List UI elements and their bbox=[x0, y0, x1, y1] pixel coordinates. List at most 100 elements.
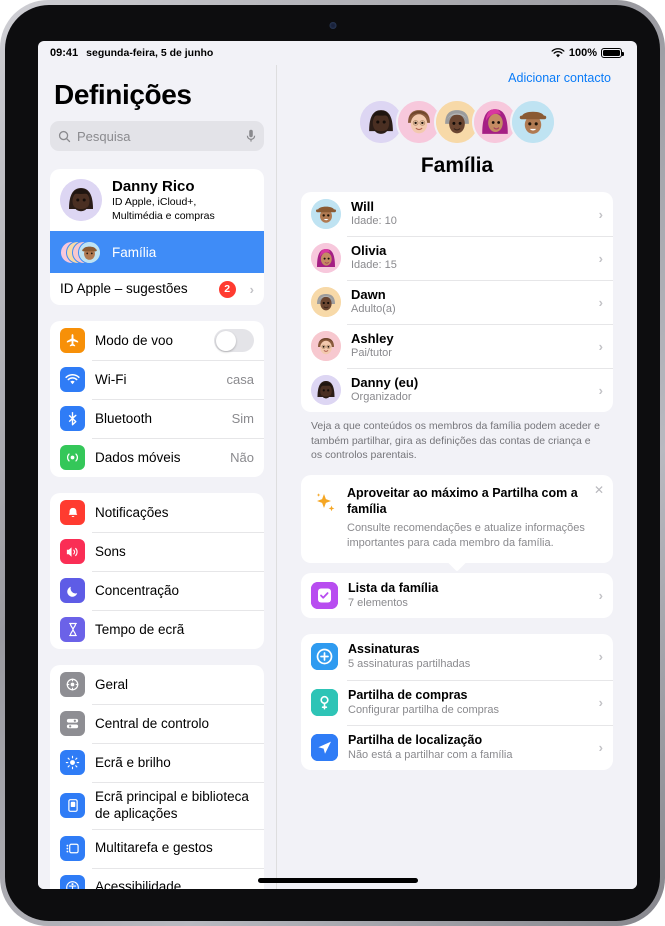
notifications-group: Notificações Sons Concentração Tempo de … bbox=[50, 493, 264, 650]
settings-sidebar[interactable]: Definições Pesquisa Danny Rico ID Apple,… bbox=[38, 65, 276, 889]
account-subtitle-line1: ID Apple, iCloud+, bbox=[112, 196, 197, 209]
app-store-icon bbox=[311, 688, 338, 716]
status-badge: 2 bbox=[218, 280, 236, 298]
battery-percent: 100% bbox=[568, 47, 597, 59]
member-role: Idade: 15 bbox=[351, 258, 397, 271]
family-hero: Família bbox=[301, 99, 613, 178]
status-bar-left: 09:41 segunda-feira, 5 de junho bbox=[50, 47, 213, 59]
family-list-row[interactable]: Lista da família 7 elementos › bbox=[301, 573, 613, 618]
family-services-group: Assinaturas 5 assinaturas partilhadas › … bbox=[301, 634, 613, 771]
microphone-icon[interactable] bbox=[246, 129, 256, 143]
chevron-right-icon: › bbox=[598, 694, 603, 710]
hero-avatar-row bbox=[301, 99, 613, 145]
apple-one-icon bbox=[311, 643, 338, 671]
close-icon[interactable]: ✕ bbox=[594, 483, 604, 497]
speaker-icon bbox=[60, 539, 85, 565]
sidebar-item-label: Notificações bbox=[95, 504, 169, 520]
home-indicator[interactable] bbox=[257, 878, 418, 883]
sidebar-item-notificacoes[interactable]: Notificações bbox=[50, 493, 264, 532]
sidebar-item-apple-id-suggestions[interactable]: ID Apple – sugestões 2 › bbox=[50, 273, 264, 305]
sidebar-item-acessibilidade[interactable]: Acessibilidade bbox=[50, 867, 264, 889]
avatar bbox=[311, 243, 341, 273]
family-list-group: Lista da família 7 elementos › bbox=[301, 573, 613, 619]
location-sharing-text: Partilha de localização Não está a parti… bbox=[348, 733, 585, 762]
sidebar-item-sons[interactable]: Sons bbox=[50, 532, 264, 571]
status-time: 09:41 bbox=[50, 47, 79, 59]
member-name: Danny (eu) bbox=[351, 375, 419, 391]
sidebar-item-ecra-principal[interactable]: Ecrã principal e biblioteca de aplicaçõe… bbox=[50, 782, 264, 828]
moon-icon bbox=[60, 578, 85, 604]
family-detail-pane: Adicionar contacto Família Will Idade: 1… bbox=[276, 65, 637, 889]
hourglass-icon bbox=[60, 617, 85, 643]
airplane-icon bbox=[60, 328, 85, 354]
sidebar-item-familia[interactable]: Família bbox=[50, 231, 264, 274]
list-item[interactable]: Ashley Pai/tutor › bbox=[301, 324, 613, 368]
sidebar-item-label: Multitarefa e gestos bbox=[95, 840, 213, 856]
family-list-subtitle: 7 elementos bbox=[348, 597, 408, 609]
family-title: Família bbox=[420, 154, 494, 177]
account-subtitle-line2: Multimédia e compras bbox=[112, 209, 215, 222]
battery-icon bbox=[601, 48, 624, 58]
ipad-device: 09:41 segunda-feira, 5 de junho 100% Def… bbox=[0, 0, 665, 926]
list-item[interactable]: Danny (eu) Organizador › bbox=[301, 368, 613, 412]
chevron-right-icon: › bbox=[598, 206, 603, 222]
member-name: Dawn bbox=[351, 287, 386, 303]
connectivity-group: Modo de voo Wi-Fi casa Bluetooth Sim Dad… bbox=[50, 321, 264, 478]
airplane-mode-toggle[interactable] bbox=[214, 329, 254, 353]
stack-avatar-4 bbox=[78, 241, 101, 265]
location-sharing-row[interactable]: Partilha de localização Não está a parti… bbox=[301, 724, 613, 770]
gear-icon bbox=[60, 672, 85, 698]
purchase-sharing-row[interactable]: Partilha de compras Configurar partilha … bbox=[301, 679, 613, 725]
bell-icon bbox=[60, 500, 85, 526]
sidebar-item-label: Wi-Fi bbox=[95, 371, 127, 387]
family-promo-card[interactable]: Aproveitar ao máximo a Partilha com a fa… bbox=[301, 475, 613, 572]
sidebar-item-wifi[interactable]: Wi-Fi casa bbox=[50, 360, 264, 399]
sidebar-item-multitarefa[interactable]: Multitarefa e gestos bbox=[50, 828, 264, 868]
family-avatar-stack bbox=[60, 237, 102, 267]
account-group: Danny Rico ID Apple, iCloud+, Multimédia… bbox=[50, 169, 264, 306]
apple-account-row[interactable]: Danny Rico ID Apple, iCloud+, Multimédia… bbox=[50, 169, 264, 231]
sidebar-item-bluetooth[interactable]: Bluetooth Sim bbox=[50, 399, 264, 438]
list-item[interactable]: Dawn Adulto(a) › bbox=[301, 280, 613, 324]
sidebar-item-ecra-e-brilho[interactable]: Ecrã e brilho bbox=[50, 743, 264, 782]
chevron-right-icon: › bbox=[598, 294, 603, 310]
member-text: Dawn Adulto(a) bbox=[351, 287, 585, 316]
sidebar-item-label: Acessibilidade bbox=[95, 879, 182, 889]
search-field[interactable]: Pesquisa bbox=[50, 121, 264, 151]
sidebar-item-concentracao[interactable]: Concentração bbox=[50, 571, 264, 610]
promo-text: Aproveitar ao máximo a Partilha com a fa… bbox=[347, 486, 601, 551]
sidebar-item-tempo-de-ecra[interactable]: Tempo de ecrã bbox=[50, 610, 264, 649]
add-contact-button[interactable]: Adicionar contacto bbox=[301, 65, 613, 85]
avatar bbox=[311, 331, 341, 361]
sidebar-item-label: Geral bbox=[95, 676, 129, 692]
sidebar-item-geral[interactable]: Geral bbox=[50, 665, 264, 704]
bluetooth-icon bbox=[60, 406, 85, 432]
subscriptions-row[interactable]: Assinaturas 5 assinaturas partilhadas › bbox=[301, 634, 613, 679]
service-title: Partilha de localização bbox=[348, 732, 483, 747]
sidebar-item-label: Central de controlo bbox=[95, 715, 210, 731]
member-role: Idade: 10 bbox=[351, 214, 397, 227]
list-item[interactable]: Olivia Idade: 15 › bbox=[301, 236, 613, 280]
account-name: Danny Rico bbox=[112, 178, 195, 195]
wifi-icon bbox=[551, 47, 565, 57]
purchase-sharing-text: Partilha de compras Configurar partilha … bbox=[348, 688, 585, 717]
chevron-right-icon: › bbox=[598, 250, 603, 266]
sidebar-item-label: Família bbox=[112, 244, 157, 260]
member-text: Will Idade: 10 bbox=[351, 199, 585, 228]
search-input[interactable]: Pesquisa bbox=[77, 129, 240, 144]
front-camera bbox=[329, 22, 336, 29]
general-group: Geral Central de controlo Ecrã e brilho … bbox=[50, 665, 264, 889]
list-item[interactable]: Will Idade: 10 › bbox=[301, 192, 613, 236]
hero-avatar-will bbox=[510, 99, 556, 145]
service-title: Assinaturas bbox=[348, 642, 420, 657]
sidebar-item-airplane-mode[interactable]: Modo de voo bbox=[50, 321, 264, 360]
member-name: Ashley bbox=[351, 331, 394, 347]
sidebar-item-label: Dados móveis bbox=[95, 449, 181, 465]
wifi-value: casa bbox=[226, 372, 254, 388]
sidebar-item-label: ID Apple – sugestões bbox=[60, 281, 188, 297]
sidebar-item-central-de-controlo[interactable]: Central de controlo bbox=[50, 704, 264, 743]
cellular-value: Não bbox=[230, 450, 254, 466]
reminders-icon bbox=[311, 582, 338, 610]
sidebar-item-cellular[interactable]: Dados móveis Não bbox=[50, 438, 264, 477]
status-bar: 09:41 segunda-feira, 5 de junho 100% bbox=[38, 41, 637, 65]
